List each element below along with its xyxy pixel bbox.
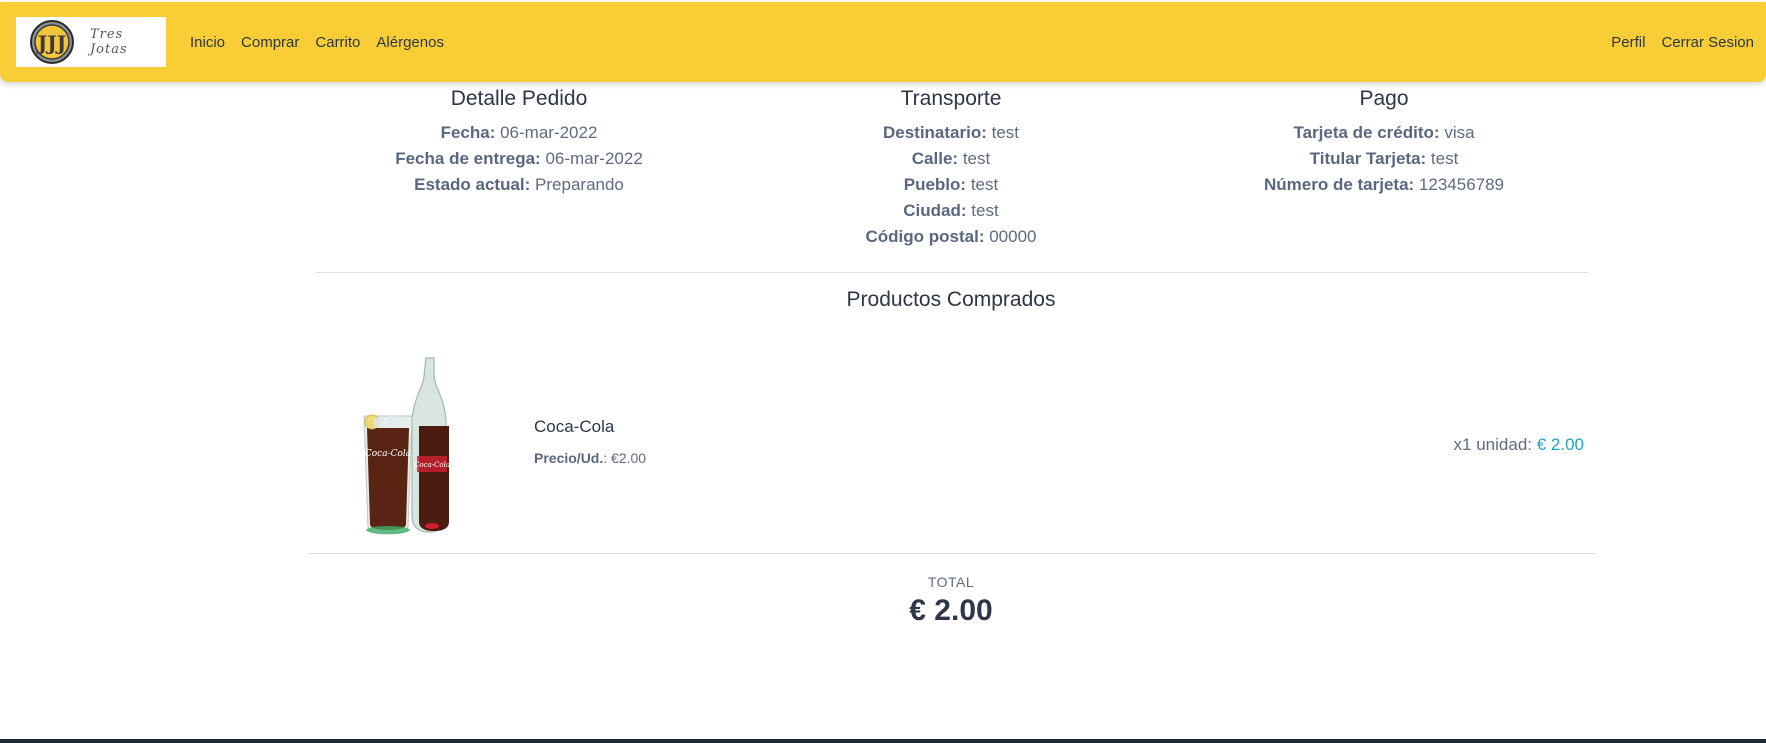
unit-price-label: Precio/Ud. <box>534 450 604 466</box>
pueblo-row: Pueblo: test <box>741 172 1161 198</box>
nav-left: Inicio Comprar Carrito Alérgenos <box>190 2 444 82</box>
calle-value: test <box>962 149 991 168</box>
fecha-label: Fecha: <box>440 123 496 142</box>
nav-link-comprar[interactable]: Comprar <box>241 34 299 51</box>
detalle-pedido-section: Detalle Pedido Fecha: 06-mar-2022 Fecha … <box>309 84 729 198</box>
nav-right: Perfil Cerrar Sesion <box>1611 2 1754 82</box>
svg-text:Coca-Cola: Coca-Cola <box>414 461 450 469</box>
total-label: TOTAL <box>927 574 975 590</box>
fecha-row: Fecha: 06-mar-2022 <box>309 120 729 146</box>
titular-label: Titular Tarjeta: <box>1309 149 1427 168</box>
destinatario-value: test <box>991 123 1020 142</box>
fecha-entrega-value: 06-mar-2022 <box>545 149 643 168</box>
codigo-postal-value: 00000 <box>989 227 1037 246</box>
estado-row: Estado actual: Preparando <box>309 172 729 198</box>
fecha-value: 06-mar-2022 <box>500 123 598 142</box>
product-unit-price: Precio/Ud.: €2.00 <box>534 450 646 466</box>
calle-label: Calle: <box>911 149 959 168</box>
tarjeta-value: visa <box>1444 123 1475 142</box>
logo-emblem-icon: JJJ <box>29 20 74 64</box>
detalle-pedido-title: Detalle Pedido <box>450 87 588 110</box>
transporte-section: Transporte Destinatario: test Calle: tes… <box>741 84 1161 250</box>
logo[interactable]: JJJ Tres Jotas <box>16 17 166 67</box>
product-divider <box>307 553 1597 554</box>
ciudad-label: Ciudad: <box>903 201 967 220</box>
quantity-text: x1 unidad: <box>1453 435 1537 454</box>
unit-price-value: : €2.00 <box>603 450 647 466</box>
product-quantity: x1 unidad: € 2.00 <box>1454 435 1584 455</box>
fecha-entrega-row: Fecha de entrega: 06-mar-2022 <box>309 146 729 172</box>
destinatario-label: Destinatario: <box>882 123 987 142</box>
nav-link-perfil[interactable]: Perfil <box>1611 34 1645 51</box>
svg-text:Coca-Cola: Coca-Cola <box>365 449 411 459</box>
ciudad-row: Ciudad: test <box>741 198 1161 224</box>
numero-tarjeta-label: Número de tarjeta: <box>1263 175 1415 194</box>
numero-tarjeta-value: 123456789 <box>1418 175 1505 194</box>
codigo-postal-row: Código postal: 00000 <box>741 224 1161 250</box>
line-total: € 2.00 <box>1536 435 1584 454</box>
codigo-postal-label: Código postal: <box>865 227 985 246</box>
titular-row: Titular Tarjeta: test <box>1174 146 1594 172</box>
logo-text: Tres Jotas <box>89 27 128 57</box>
total-value: € 2.00 <box>909 594 993 627</box>
navbar: JJJ Tres Jotas Inicio Comprar Carrito Al… <box>0 2 1766 82</box>
fecha-entrega-label: Fecha de entrega: <box>395 149 541 168</box>
estado-value: Preparando <box>535 175 624 194</box>
svg-text:JJJ: JJJ <box>36 31 66 55</box>
pueblo-value: test <box>970 175 999 194</box>
section-divider <box>316 272 1588 273</box>
bottom-bar <box>0 739 1766 743</box>
product-image-coca-cola: Coca-Cola Coca-Cola <box>363 357 450 535</box>
tarjeta-label: Tarjeta de crédito: <box>1293 123 1440 142</box>
nav-link-carrito[interactable]: Carrito <box>315 34 360 51</box>
titular-value: test <box>1430 149 1459 168</box>
estado-label: Estado actual: <box>414 175 531 194</box>
numero-tarjeta-row: Número de tarjeta: 123456789 <box>1174 172 1594 198</box>
transporte-title: Transporte <box>900 87 1002 110</box>
productos-comprados-title: Productos Comprados <box>846 288 1056 311</box>
pago-section: Pago Tarjeta de crédito: visa Titular Ta… <box>1174 84 1594 198</box>
nav-link-inicio[interactable]: Inicio <box>190 34 225 51</box>
ciudad-value: test <box>971 201 999 220</box>
pago-title: Pago <box>1359 87 1409 110</box>
tarjeta-row: Tarjeta de crédito: visa <box>1174 120 1594 146</box>
nav-link-alergenos[interactable]: Alérgenos <box>376 34 444 51</box>
pueblo-label: Pueblo: <box>903 175 967 194</box>
nav-link-cerrar-sesion[interactable]: Cerrar Sesion <box>1661 34 1754 51</box>
product-name: Coca-Cola <box>534 417 615 436</box>
destinatario-row: Destinatario: test <box>741 120 1161 146</box>
calle-row: Calle: test <box>741 146 1161 172</box>
order-info: Detalle Pedido Fecha: 06-mar-2022 Fecha … <box>0 84 1766 254</box>
